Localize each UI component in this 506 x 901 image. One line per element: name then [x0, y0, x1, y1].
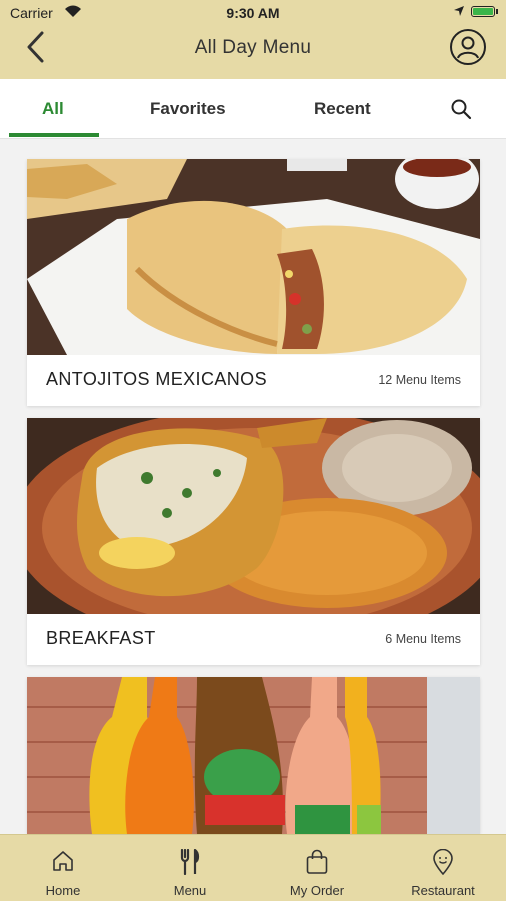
status-bar: Carrier 9:30 AM: [0, 0, 506, 26]
nav-label: Restaurant: [411, 883, 475, 898]
nav-label: Menu: [173, 883, 207, 898]
nav-label: Home: [45, 883, 81, 898]
search-icon[interactable]: [450, 98, 472, 120]
category-name: BREAKFAST: [46, 628, 156, 648]
map-pin-icon: [433, 849, 453, 875]
category-info: BREAKFAST 6 Menu Items: [27, 614, 480, 665]
shopping-bag-icon: [306, 849, 328, 874]
page-title: All Day Menu: [194, 37, 312, 58]
category-info: ANTOJITOS MEXICANOS 12 Menu Items: [27, 355, 480, 406]
fork-knife-icon: [180, 849, 200, 875]
category-item-count: 6 Menu Items: [385, 632, 461, 646]
nav-menu[interactable]: Menu: [157, 835, 223, 901]
bottom-nav: Home Menu My Order Restaurant: [0, 834, 506, 901]
nav-my-order[interactable]: My Order: [277, 835, 357, 901]
tab-all[interactable]: All: [42, 99, 64, 119]
category-name: ANTOJITOS MEXICANOS: [46, 369, 267, 389]
tab-favorites[interactable]: Favorites: [150, 99, 226, 119]
tab-recent[interactable]: Recent: [314, 99, 371, 119]
breakfast-photo: [27, 418, 480, 614]
category-card-antojitos[interactable]: ANTOJITOS MEXICANOS 12 Menu Items: [27, 159, 480, 406]
drinks-photo: [27, 677, 480, 834]
header: All Day Menu: [0, 26, 506, 79]
active-tab-indicator: [9, 133, 99, 137]
nav-restaurant[interactable]: Restaurant: [400, 835, 486, 901]
nav-label: My Order: [289, 883, 345, 898]
clock: 9:30 AM: [226, 5, 280, 21]
tab-bar: All Favorites Recent: [0, 79, 506, 139]
burrito-photo: [27, 159, 480, 355]
location-arrow-icon: [454, 6, 464, 16]
home-icon: [53, 851, 73, 871]
category-item-count: 12 Menu Items: [378, 373, 461, 387]
account-icon[interactable]: [449, 28, 487, 66]
nav-home[interactable]: Home: [30, 835, 96, 901]
battery-icon: [471, 6, 498, 17]
category-card-drinks[interactable]: [27, 677, 480, 834]
category-card-breakfast[interactable]: BREAKFAST 6 Menu Items: [27, 418, 480, 665]
top-bar: Carrier 9:30 AM All Day Menu: [0, 0, 506, 79]
